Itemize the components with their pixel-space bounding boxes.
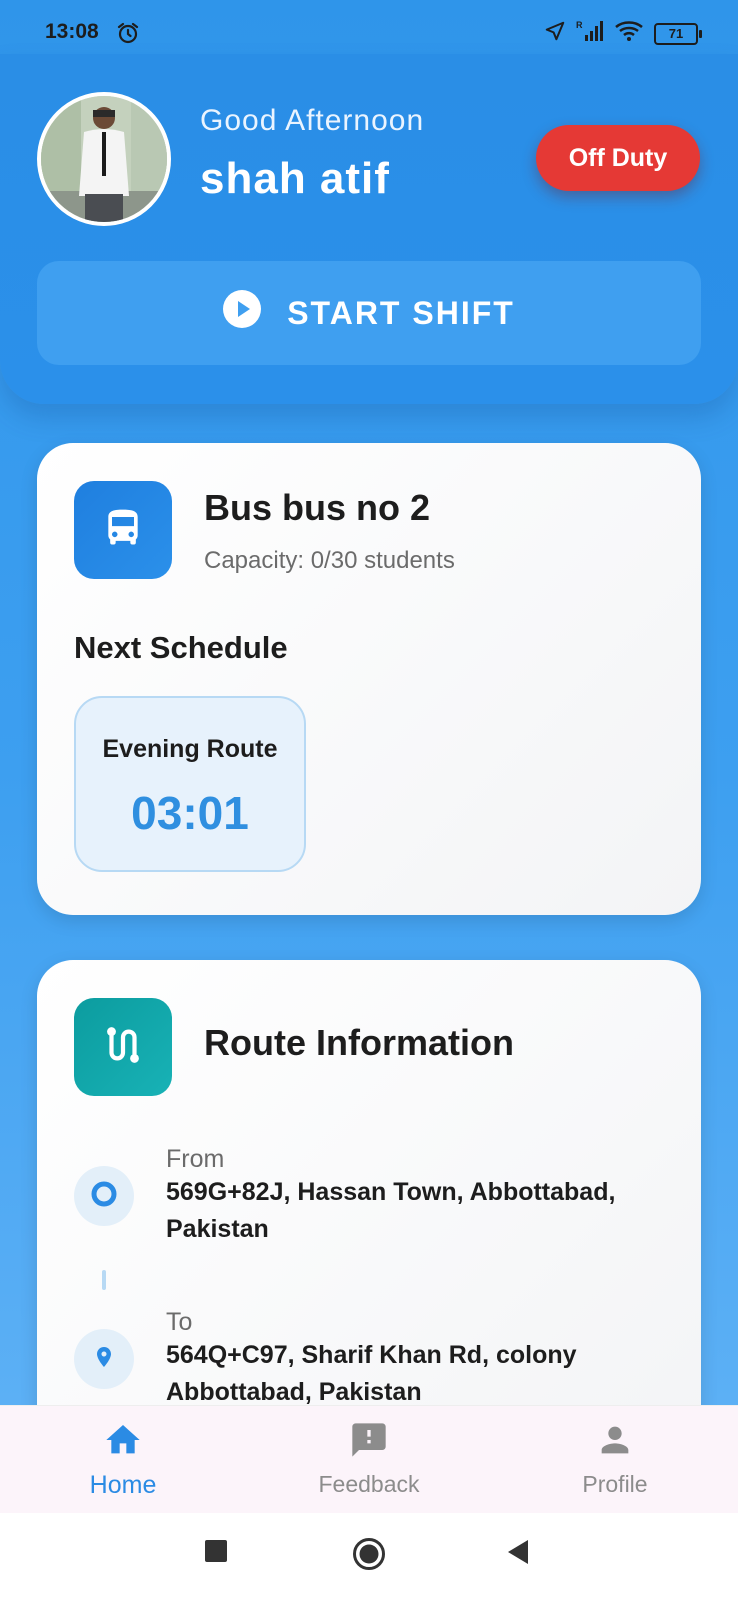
- bus-info-card: Bus bus no 2 Capacity: 0/30 students Nex…: [37, 443, 701, 915]
- location-arrow-icon: [544, 20, 566, 48]
- from-address: 569G+82J, Hassan Town, Abbottabad, Pakis…: [166, 1178, 616, 1243]
- route-title: Route Information: [204, 1022, 514, 1063]
- start-shift-label: START SHIFT: [287, 294, 515, 331]
- nav-item-feedback[interactable]: Feedback: [294, 1420, 444, 1498]
- bus-icon-tile: [74, 481, 172, 579]
- route-icon-tile: [74, 998, 172, 1096]
- route-info-card: Route Information From 569G+82J, Hassan …: [37, 960, 701, 1405]
- to-address: 564Q+C97, Sharif Khan Rd, colony Abbotta…: [166, 1341, 577, 1405]
- wifi-icon: [614, 20, 644, 48]
- schedule-name: Evening Route: [102, 735, 278, 763]
- greeting-text: Good Afternoon: [200, 104, 425, 137]
- alarm-icon: [116, 21, 140, 51]
- feedback-icon: [349, 1423, 389, 1464]
- home-icon: [103, 1425, 143, 1464]
- system-navigation-bar: [0, 1513, 738, 1600]
- route-icon: [100, 1022, 146, 1073]
- status-icons: R 71: [544, 20, 702, 48]
- bus-title: Bus bus no 2: [204, 487, 431, 528]
- play-circle-icon: [223, 290, 262, 336]
- status-bar: 13:08 R 71: [0, 0, 738, 54]
- start-shift-button[interactable]: START SHIFT: [37, 261, 701, 365]
- nav-label-feedback: Feedback: [318, 1471, 420, 1497]
- signal-icon: R: [576, 20, 604, 48]
- nav-item-profile[interactable]: Profile: [540, 1420, 690, 1498]
- home-circle-icon[interactable]: [352, 1537, 386, 1576]
- next-schedule-heading: Next Schedule: [74, 630, 288, 665]
- bus-icon: [101, 506, 145, 555]
- destination-marker: [74, 1329, 134, 1389]
- svg-text:R: R: [576, 20, 583, 30]
- nav-label-profile: Profile: [582, 1471, 648, 1497]
- bus-capacity: Capacity: 0/30 students: [204, 547, 455, 574]
- origin-marker: [74, 1166, 134, 1226]
- recents-square-icon[interactable]: [204, 1539, 228, 1568]
- status-time: 13:08: [45, 20, 99, 43]
- nav-item-home[interactable]: Home: [48, 1420, 198, 1500]
- schedule-tile[interactable]: Evening Route 03:01: [74, 696, 306, 872]
- app-background: 13:08 R 71 Good Afternoon shah atif Off …: [0, 0, 738, 1405]
- avatar-photo: [41, 96, 167, 222]
- nav-label-home: Home: [89, 1471, 157, 1499]
- back-triangle-icon[interactable]: [506, 1539, 530, 1570]
- schedule-time: 03:01: [131, 787, 249, 839]
- avatar[interactable]: [37, 92, 171, 226]
- bottom-navigation: Home Feedback Profile: [0, 1405, 738, 1514]
- to-label: To: [166, 1308, 193, 1336]
- header-card: Good Afternoon shah atif Off Duty START …: [0, 54, 738, 404]
- from-label: From: [166, 1145, 225, 1173]
- battery-icon: 71: [654, 23, 702, 45]
- person-icon: [595, 1426, 635, 1464]
- duty-status-badge[interactable]: Off Duty: [536, 125, 700, 191]
- location-pin-icon: [92, 1345, 116, 1374]
- route-connector: [102, 1270, 106, 1290]
- origin-circle-icon: [90, 1180, 118, 1213]
- user-name: shah atif: [200, 154, 390, 203]
